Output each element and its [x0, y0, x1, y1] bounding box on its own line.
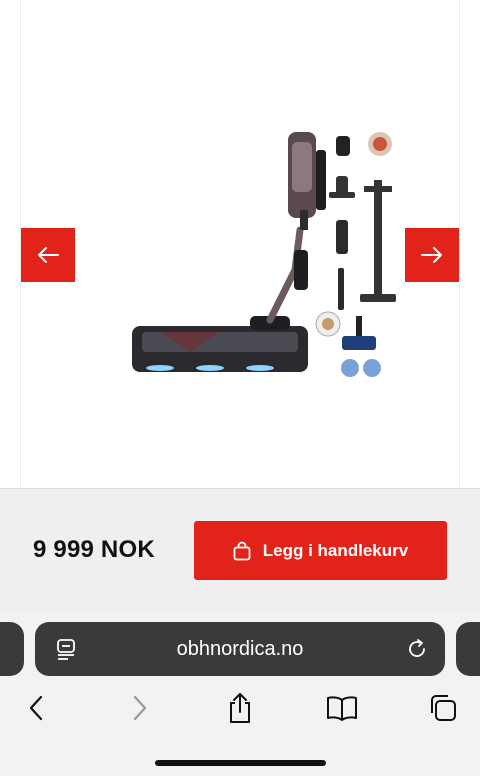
forward-button[interactable]	[122, 690, 158, 726]
back-button[interactable]	[18, 690, 54, 726]
product-gallery	[0, 0, 480, 488]
arrow-left-icon	[38, 247, 59, 263]
tabs-icon	[431, 695, 456, 721]
reader-icon[interactable]	[55, 637, 77, 661]
add-to-cart-button[interactable]: Legg i handlekurv	[194, 521, 447, 580]
chevron-left-icon	[29, 695, 43, 721]
url-text: obhnordica.no	[176, 637, 304, 660]
share-button[interactable]	[222, 690, 258, 726]
chevron-right-icon	[133, 695, 147, 721]
add-to-cart-label: Legg i handlekurv	[262, 540, 409, 560]
home-indicator[interactable]	[155, 760, 326, 766]
share-icon	[230, 693, 250, 723]
product-page: 9 999 NOK Legg i handlekurv obhnordica.n…	[0, 0, 480, 776]
previous-image-button[interactable]	[21, 228, 75, 282]
arrow-right-icon	[421, 247, 442, 263]
previous-tab-peek[interactable]	[0, 622, 24, 676]
reload-icon[interactable]	[405, 637, 429, 661]
next-tab-peek[interactable]	[456, 622, 480, 676]
tabs-button[interactable]	[425, 690, 461, 726]
bookmarks-button[interactable]	[324, 690, 360, 726]
address-bar[interactable]: obhnordica.no	[35, 622, 445, 676]
product-price: 9 999 NOK	[33, 536, 155, 563]
next-image-button[interactable]	[405, 228, 459, 282]
book-icon	[327, 696, 357, 721]
product-image	[132, 132, 396, 377]
shopping-bag-icon	[233, 541, 251, 560]
